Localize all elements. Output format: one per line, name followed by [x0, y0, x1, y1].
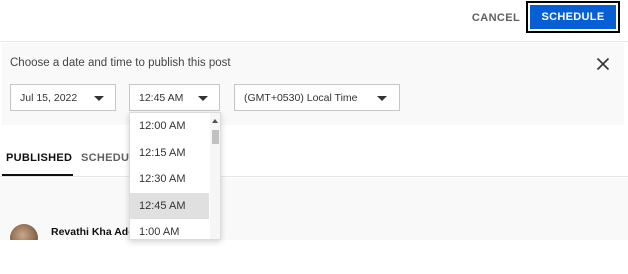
time-select[interactable]: 12:45 AM	[129, 84, 220, 111]
time-option[interactable]: 12:15 AM	[130, 140, 209, 167]
schedule-prompt: Choose a date and time to publish this p…	[10, 57, 231, 69]
close-icon[interactable]	[594, 55, 612, 73]
time-option-selected[interactable]: 12:45 AM	[130, 192, 209, 219]
active-tab-indicator	[2, 174, 73, 176]
timezone-select-value: (GMT+0530) Local Time	[244, 92, 358, 104]
comment-area: Revathi Kha Adda	[0, 178, 628, 252]
dropdown-scrollbar[interactable]	[210, 113, 220, 239]
chevron-down-icon	[94, 96, 104, 101]
time-option[interactable]: 12:30 AM	[130, 166, 209, 193]
post-tabs: PUBLISHED SCHEDULED	[0, 141, 628, 177]
schedule-button-focus-ring: SCHEDULE	[526, 1, 620, 33]
page-bottom	[0, 240, 628, 274]
time-dropdown-list[interactable]: 12:00 AM 12:15 AM 12:30 AM 12:45 AM 1:00…	[129, 112, 221, 240]
scrollbar-thumb[interactable]	[212, 130, 219, 144]
chevron-down-icon	[377, 96, 387, 101]
schedule-panel: Choose a date and time to publish this p…	[2, 43, 624, 125]
date-select-value: Jul 15, 2022	[20, 92, 78, 104]
time-select-value: 12:45 AM	[139, 92, 184, 104]
timezone-select[interactable]: (GMT+0530) Local Time	[234, 84, 400, 111]
time-option[interactable]: 12:00 AM	[130, 113, 209, 140]
tab-published[interactable]: PUBLISHED	[6, 152, 72, 164]
time-option[interactable]: 1:00 AM	[130, 219, 209, 239]
scroll-up-arrow-icon[interactable]	[212, 119, 218, 123]
time-options: 12:00 AM 12:15 AM 12:30 AM 12:45 AM 1:00…	[130, 113, 209, 239]
comment-author[interactable]: Revathi Kha Adda	[51, 226, 140, 238]
cancel-button[interactable]: CANCEL	[468, 6, 524, 30]
chevron-down-icon	[198, 96, 208, 101]
schedule-button[interactable]: SCHEDULE	[530, 5, 616, 29]
top-bar: CANCEL SCHEDULE	[0, 0, 628, 42]
date-select[interactable]: Jul 15, 2022	[10, 84, 116, 111]
